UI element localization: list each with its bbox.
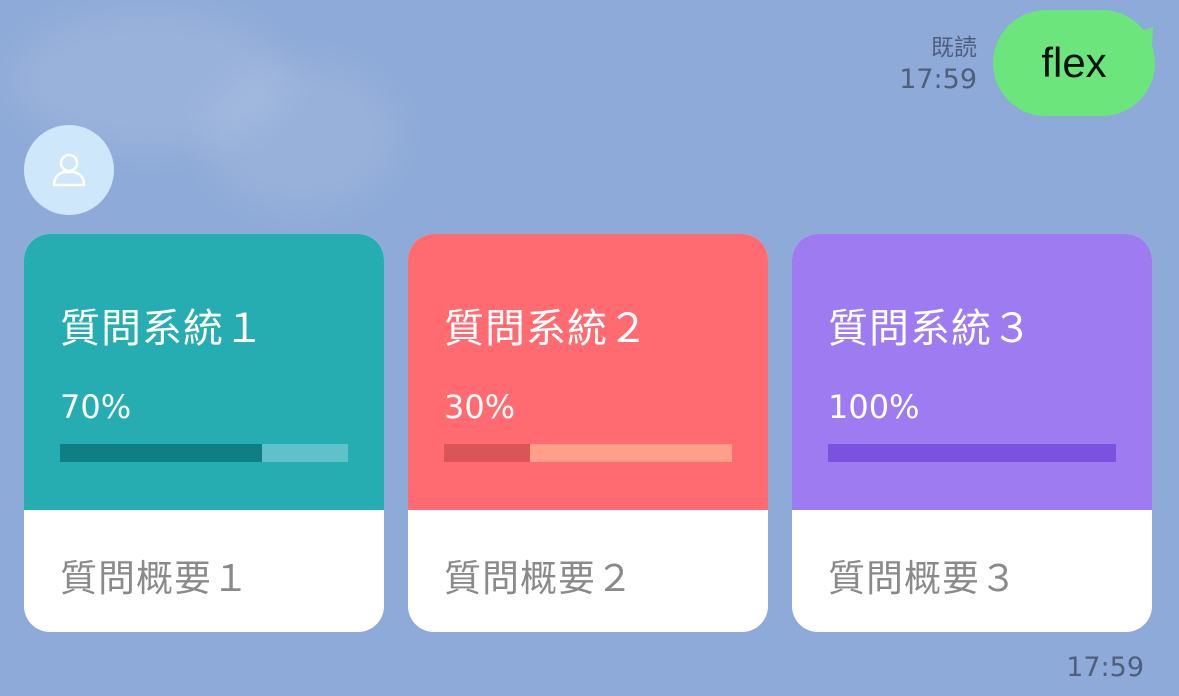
received-time: 17:59	[1066, 652, 1144, 683]
flex-card-3[interactable]: 質問系統３ 100% 質問概要３	[792, 234, 1152, 632]
progress-percent: 70%	[60, 388, 132, 426]
card-header: 質問系統１ 70%	[24, 234, 384, 510]
read-status: 既読	[931, 35, 977, 61]
card-body: 質問概要１	[24, 510, 384, 632]
progress-bar	[828, 444, 1116, 462]
card-header: 質問系統２ 30%	[408, 234, 768, 510]
progress-bar-fill	[60, 444, 262, 462]
progress-bar	[444, 444, 732, 462]
progress-bar-fill	[444, 444, 531, 462]
card-title: 質問系統２	[444, 306, 649, 352]
progress-bar-fill	[828, 444, 1116, 462]
card-body: 質問概要３	[792, 510, 1152, 632]
sent-message-meta: 既読 17:59	[899, 36, 977, 94]
sent-message-bubble[interactable]: flex	[993, 10, 1155, 116]
card-summary: 質問概要１	[60, 557, 250, 600]
sent-message-text: flex	[1041, 39, 1107, 86]
card-summary: 質問概要３	[828, 557, 1018, 600]
flex-card-2[interactable]: 質問系統２ 30% 質問概要２	[408, 234, 768, 632]
card-header: 質問系統３ 100%	[792, 234, 1152, 510]
card-body: 質問概要２	[408, 510, 768, 632]
flex-card-1[interactable]: 質問系統１ 70% 質問概要１	[24, 234, 384, 632]
card-title: 質問系統１	[60, 306, 265, 352]
card-title: 質問系統３	[828, 306, 1033, 352]
avatar[interactable]	[24, 125, 114, 215]
card-summary: 質問概要２	[444, 557, 634, 600]
sent-time: 17:59	[899, 64, 977, 96]
progress-bar	[60, 444, 348, 462]
progress-percent: 30%	[444, 388, 516, 426]
user-icon	[52, 153, 86, 187]
progress-percent: 100%	[828, 388, 920, 426]
background-cloud	[200, 60, 400, 210]
